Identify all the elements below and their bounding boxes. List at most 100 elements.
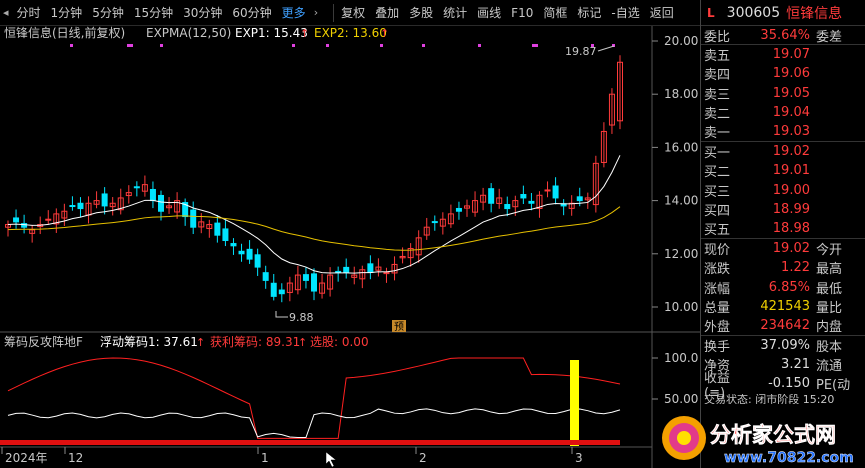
tab-5min[interactable]: 5分钟 (87, 4, 129, 21)
candlestick-series (5, 55, 623, 303)
sell-row-value: 19.05 (772, 85, 810, 101)
fuquan-button[interactable]: 复权 (336, 4, 370, 21)
candle-body (246, 248, 253, 260)
chart-title: 恒锋信息(日线,前复权) (4, 26, 125, 40)
remove-watchlist-button[interactable]: -自选 (606, 4, 644, 21)
high-arrow-icon (597, 45, 615, 52)
multi-stock-button[interactable]: 多股 (404, 4, 438, 21)
candle-body (214, 222, 221, 236)
candle-body (238, 250, 245, 255)
candle-body (302, 274, 309, 281)
chart-svg[interactable]: 恒锋信息(日线,前复权) EXPMA(12,50) EXP1: 15.43 ↑ … (0, 26, 700, 468)
chevron-left-icon[interactable]: ◂ (0, 6, 12, 19)
sell-row-label: 卖二 (704, 106, 731, 122)
stats-button[interactable]: 统计 (438, 4, 472, 21)
weibi-label: 委比 (704, 29, 731, 45)
sell-row-label: 卖一 (704, 126, 731, 142)
candle-body (431, 221, 438, 224)
sell-orders: 卖五 19.07 卖四 19.06 卖三 19.05 卖二 19.04 卖一 19.03 (701, 45, 865, 143)
buy-row-label: 买四 (704, 203, 731, 219)
subchart-title: 筹码反攻阵地F (4, 335, 83, 349)
weibi-value: 35.64% (760, 27, 810, 43)
buy-row-value: 18.99 (772, 201, 810, 217)
candle-body (133, 186, 140, 189)
tab-minute[interactable]: 分时 (12, 4, 46, 21)
quote-panel: L 300605 恒锋信息 委比 35.64% 委差 卖五 19.07 卖四 19.0… (700, 0, 865, 468)
candle-body (149, 188, 156, 202)
sell-row-value: 19.06 (772, 66, 810, 82)
float-chip-line (7, 408, 621, 439)
signal-dot (160, 44, 163, 47)
tab-30min[interactable]: 30分钟 (178, 4, 227, 21)
mark-button[interactable]: 标记 (572, 4, 606, 21)
stock-name[interactable]: 恒锋信息 (786, 3, 842, 23)
buy-row: 买二 19.01 (701, 161, 865, 180)
tab-1min[interactable]: 1分钟 (46, 4, 88, 21)
kline-chart-area[interactable]: 恒锋信息(日线,前复权) EXPMA(12,50) EXP1: 15.43 ↑ … (0, 26, 700, 468)
exp2-label: EXP2: 13.60 (314, 26, 387, 40)
tab-15min[interactable]: 15分钟 (129, 4, 178, 21)
stat-row: 现价 19.02 今开 (701, 239, 865, 258)
stat-row-value: 234642 (760, 317, 810, 333)
fin-row: 收益(≡) -0.150 PE(动 (701, 371, 865, 401)
signal-dot (292, 44, 295, 47)
exp2-arrow-icon: ↑ (380, 27, 389, 40)
simple-frame-button[interactable]: 简框 (538, 4, 572, 21)
stock-code[interactable]: 300605 (727, 5, 780, 21)
float-arrow-icon: ↑ (196, 336, 205, 349)
buy-row-value: 19.00 (772, 182, 810, 198)
stock-header: L 300605 恒锋信息 (701, 0, 865, 26)
date-tick-label: 2024年 (5, 451, 48, 465)
signal-dot (535, 44, 538, 47)
candle-body (343, 266, 350, 273)
tab-60min[interactable]: 60分钟 (227, 4, 276, 21)
fin-row-label: 换手 (704, 340, 731, 356)
signal-dot (422, 44, 425, 47)
overlay-button[interactable]: 叠加 (370, 4, 404, 21)
stat-row-value: 6.85% (768, 279, 810, 295)
candle-body (544, 189, 551, 192)
stat-row-label2: 内盘 (816, 319, 843, 335)
price-tick-label: 10.00 (664, 300, 698, 314)
quote-stats: 现价 19.02 今开 涨跌 1.22 最高 涨幅 6.85% 最低 总量 421543 量比 外盘 23… (701, 239, 865, 336)
candle-body (190, 209, 197, 228)
candle-body (278, 289, 285, 295)
more-button[interactable]: 更多 (277, 4, 311, 21)
fin-row: 换手 37.09% 股本 (701, 336, 865, 355)
sell-row: 卖五 19.07 (701, 45, 865, 64)
stat-row-label: 现价 (704, 243, 731, 259)
fin-row-value: -0.150 (768, 376, 810, 392)
trade-stage: 交易状态: 闭市阶段 15:20 (704, 393, 835, 404)
weicha-label: 委差 (816, 29, 843, 45)
profit-chip-label: 获利筹码: 89.31 (210, 335, 300, 349)
candle-body (101, 193, 108, 207)
signal-dot (70, 44, 73, 47)
candle-body (455, 207, 462, 212)
mouse-cursor-icon (325, 451, 337, 468)
draw-line-button[interactable]: 画线 (472, 4, 506, 21)
price-tick-label: 18.00 (664, 87, 698, 101)
candle-body (367, 263, 374, 273)
candle-body (488, 188, 495, 204)
back-button[interactable]: 返回 (645, 4, 679, 21)
stat-row: 外盘 234642 内盘 (701, 316, 865, 335)
buy-row: 买五 18.98 (701, 219, 865, 238)
fin-row-label2: PE(动 (816, 378, 851, 394)
f10-button[interactable]: F10 (506, 6, 538, 20)
sell-row-value: 19.04 (772, 104, 810, 120)
candle-body (222, 228, 229, 241)
candle-body (45, 218, 52, 221)
signal-bar (570, 360, 579, 446)
buy-row: 买一 19.02 (701, 142, 865, 161)
stat-row-label: 涨跌 (704, 262, 731, 278)
stat-row-label: 外盘 (704, 319, 731, 335)
watermark-title: 分析家公式网 (710, 423, 836, 447)
chevron-right-icon[interactable]: › (311, 6, 321, 19)
signal-dot (532, 44, 535, 47)
candle-body (552, 185, 559, 199)
expma-label: EXPMA(12,50) (146, 26, 231, 40)
candle-body (270, 282, 277, 297)
stat-row-label: 总量 (704, 300, 731, 316)
sell-row-label: 卖五 (704, 49, 731, 65)
candle-body (69, 205, 76, 208)
